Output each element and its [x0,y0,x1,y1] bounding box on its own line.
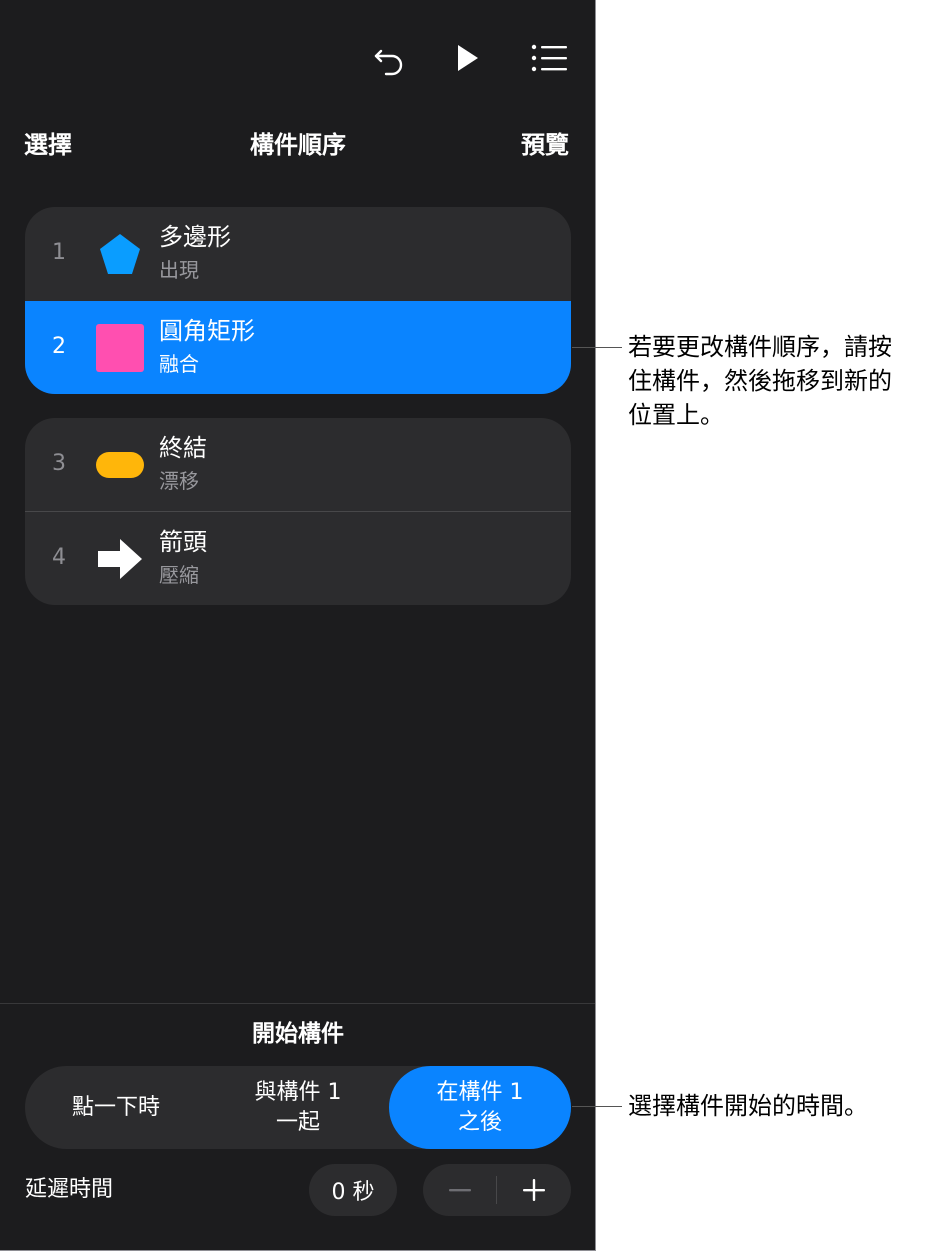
start-with-build-option[interactable]: 與構件 1 一起 [207,1066,389,1149]
preview-button[interactable]: 預覽 [521,128,569,162]
build-row[interactable]: 1 多邊形 出現 [25,207,571,301]
play-button[interactable] [445,38,489,78]
decrement-button[interactable] [423,1164,497,1216]
undo-arrow-icon [374,49,403,76]
build-number: 3 [52,451,66,476]
build-effect: 漂移 [159,469,199,493]
undo-button[interactable] [368,38,412,78]
option-label: 與構件 1 一起 [254,1079,342,1135]
build-group-2: 3 終結 漂移 4 箭頭 壓縮 [25,418,571,605]
delay-label: 延遲時間 [25,1177,114,1202]
start-after-build-option[interactable]: 在構件 1 之後 [389,1066,571,1149]
build-number: 2 [52,334,66,359]
delay-stepper [423,1164,571,1216]
callout-leader-start [572,1106,622,1107]
option-label: 點一下時 [71,1094,160,1120]
animate-panel: 選擇 構件順序 預覽 1 多邊形 出現 2 圓角矩形 融合 3 終結 漂移 4 … [0,0,596,1251]
build-effect: 融合 [159,352,199,376]
build-row[interactable]: 3 終結 漂移 [25,418,571,512]
increment-button[interactable] [497,1164,571,1216]
build-effect: 出現 [159,258,199,282]
page-title: 構件順序 [250,131,346,159]
pentagon-icon [95,229,145,279]
callout-reorder: 若要更改構件順序，請按 住構件，然後拖移到新的 位置上。 [628,333,892,429]
callout-start: 選擇構件開始的時間。 [628,1092,868,1120]
pill-icon [95,440,145,490]
option-label: 在構件 1 之後 [436,1079,524,1135]
build-effect: 壓縮 [159,563,199,587]
arrow-icon [95,534,145,584]
build-title: 圓角矩形 [159,317,255,345]
build-number: 4 [52,545,66,570]
build-row[interactable]: 4 箭頭 壓縮 [25,512,571,605]
build-number: 1 [52,240,66,265]
plus-icon [523,1179,545,1201]
list-icon [531,44,567,72]
rounded-square-icon [95,323,145,373]
build-title: 箭頭 [159,528,207,556]
build-list-button[interactable] [527,38,571,78]
play-icon [458,45,478,71]
delay-value-field[interactable]: 0 秒 [309,1164,397,1216]
start-on-tap-option[interactable]: 點一下時 [25,1066,207,1149]
section-divider [0,1003,595,1004]
start-build-segmented-control: 點一下時 與構件 1 一起 在構件 1 之後 [25,1066,571,1149]
build-row-selected[interactable]: 2 圓角矩形 融合 [25,301,571,394]
build-group-1: 1 多邊形 出現 2 圓角矩形 融合 [25,207,571,394]
callout-leader-reorder [572,347,622,348]
build-title: 終結 [159,434,207,462]
start-build-title: 開始構件 [252,1021,344,1047]
minus-icon [449,1189,471,1192]
build-title: 多邊形 [159,223,231,251]
